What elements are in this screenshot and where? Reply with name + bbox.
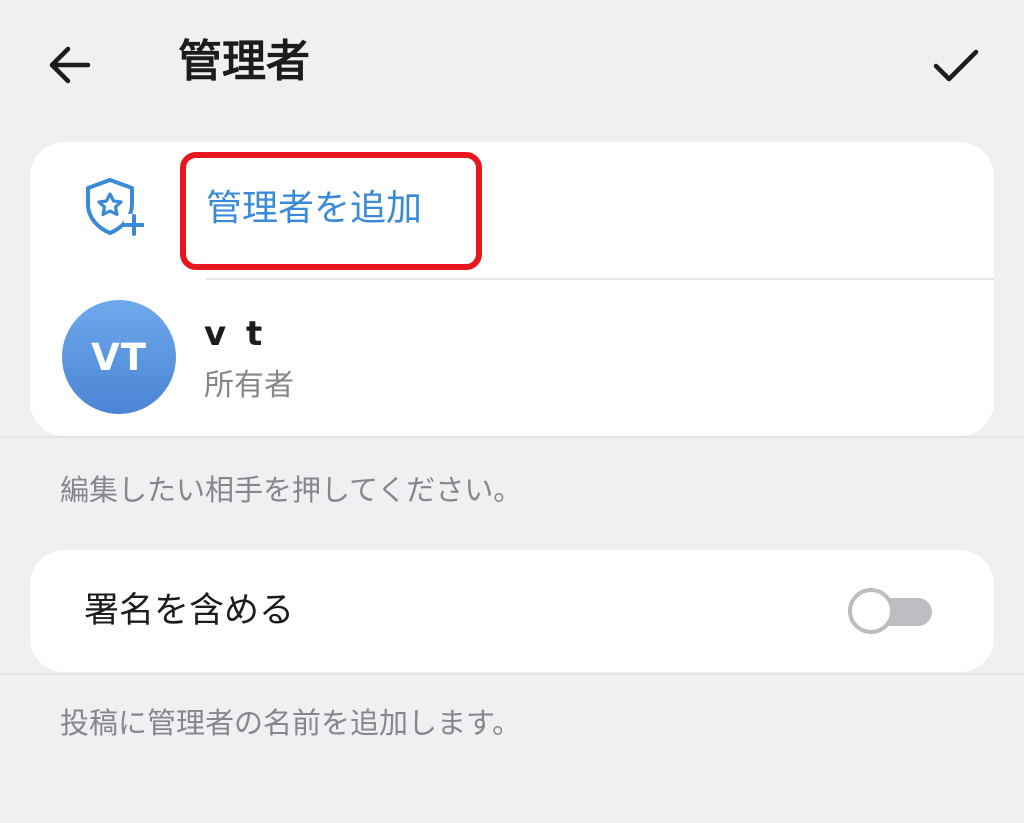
signature-label: 署名を含める <box>84 591 295 631</box>
section-divider <box>0 673 1024 675</box>
toggle-knob <box>848 588 894 634</box>
admin-settings-screen: 管理者 管理者を追加 VT v t 所有者 編集したい相手を押してください。 署… <box>0 0 1024 823</box>
shield-star-add-icon <box>86 178 144 236</box>
section-divider <box>0 436 1024 438</box>
signature-row[interactable]: 署名を含める <box>30 550 994 672</box>
add-admin-row[interactable]: 管理者を追加 <box>30 142 994 279</box>
signature-hint: 投稿に管理者の名前を追加します。 <box>60 706 522 740</box>
arrow-left-icon <box>49 46 91 84</box>
page-title: 管理者 <box>178 36 310 87</box>
admin-list-item[interactable]: VT v t 所有者 <box>30 282 994 436</box>
back-button[interactable] <box>34 30 104 100</box>
header: 管理者 <box>0 0 1024 125</box>
signature-toggle[interactable] <box>848 588 934 634</box>
divider <box>206 278 994 280</box>
check-icon <box>933 49 979 82</box>
highlight-box <box>180 152 482 270</box>
admins-card: 管理者を追加 VT v t 所有者 <box>30 142 994 436</box>
admin-role: 所有者 <box>204 368 294 403</box>
signature-card: 署名を含める <box>30 550 994 672</box>
admin-name: v t <box>204 314 267 354</box>
admins-hint: 編集したい相手を押してください。 <box>60 473 523 507</box>
confirm-button[interactable] <box>920 30 992 102</box>
avatar: VT <box>62 300 176 414</box>
